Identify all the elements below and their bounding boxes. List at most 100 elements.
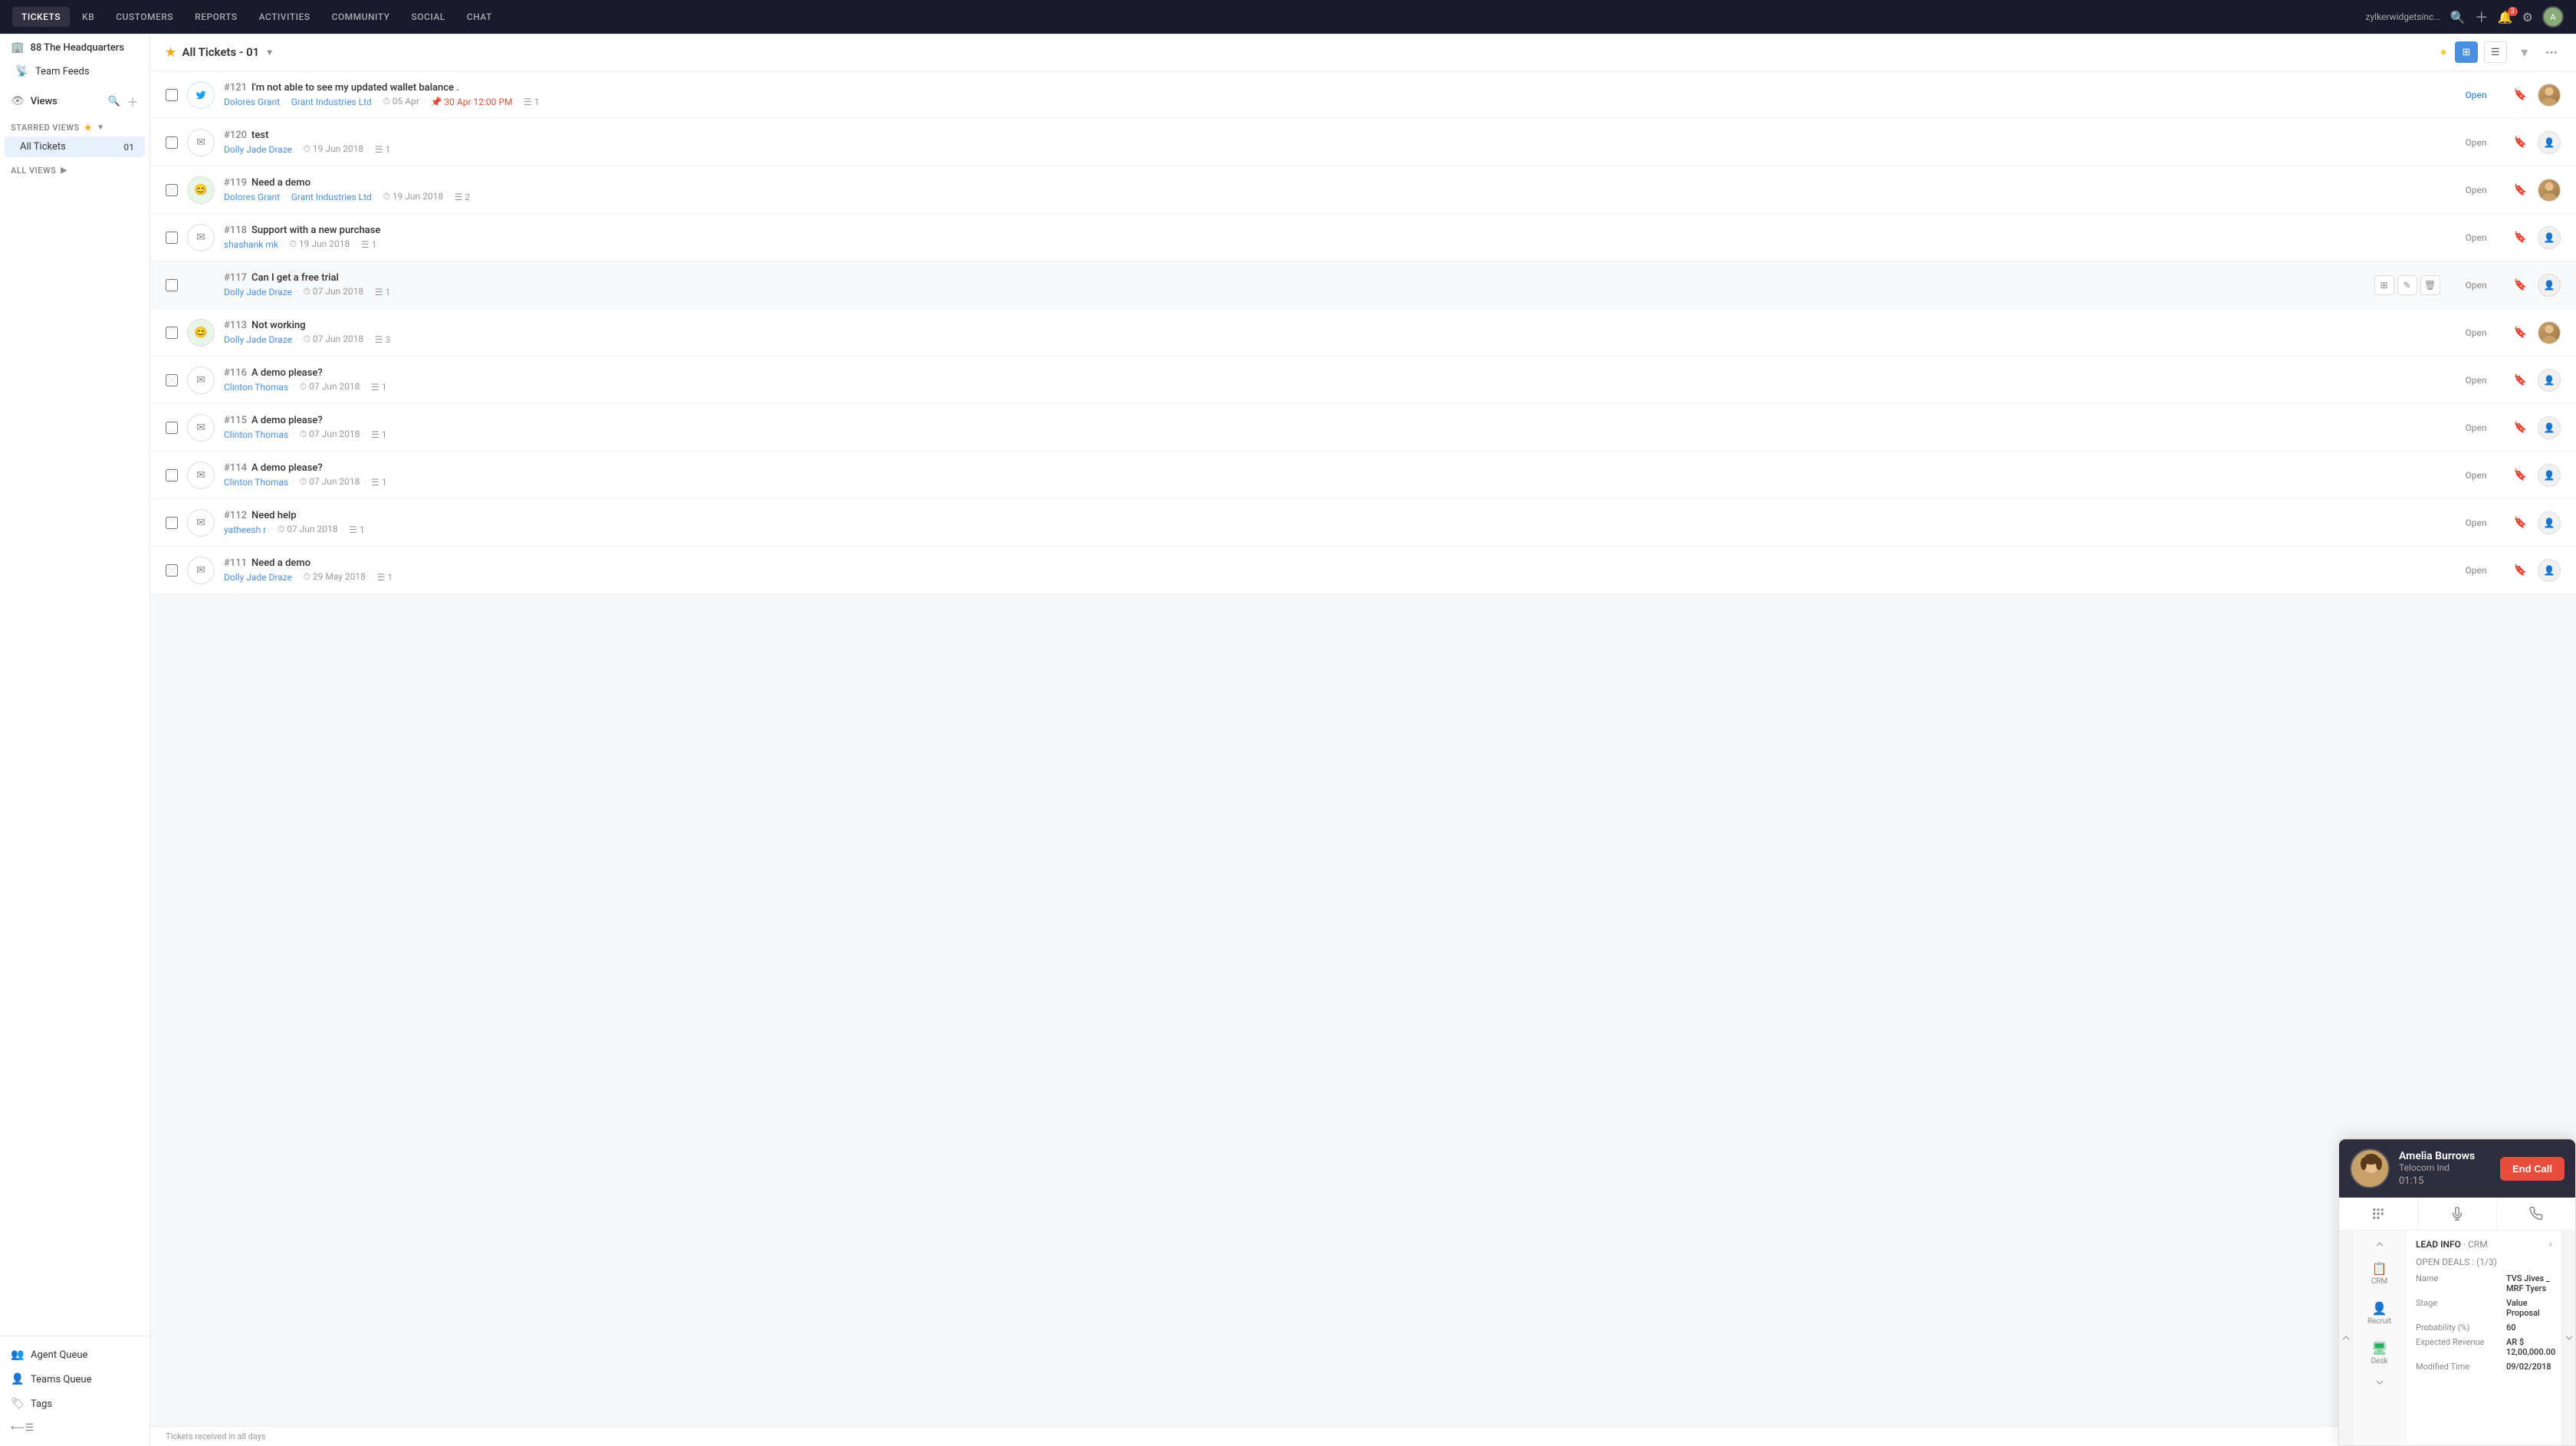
ticket-checkbox[interactable] [166, 469, 178, 481]
expand-ticket-btn[interactable]: ⊞ [2374, 275, 2394, 295]
ticket-checkbox[interactable] [166, 327, 178, 339]
starred-views-label[interactable]: STARRED VIEWS ★ ▼ [0, 115, 150, 136]
nav-item-reports[interactable]: REPORTS [186, 7, 246, 27]
bookmark-icon[interactable]: 🔖 [2512, 468, 2528, 483]
table-row[interactable]: ✉ #116 A demo please? Clinton Thomas · ⏱… [150, 357, 2576, 404]
agent-avatar: 👤 [2538, 369, 2561, 392]
table-row[interactable]: 😊 #113 Not working Dolly Jade Draze · ⏱ … [150, 309, 2576, 357]
ticket-agent[interactable]: shashank mk [224, 239, 278, 250]
ticket-agent[interactable]: Dolores Grant [224, 97, 280, 107]
toolbar-title[interactable]: ★ All Tickets - 01 ▼ [166, 45, 274, 59]
ticket-checkbox[interactable] [166, 374, 178, 386]
panel-scroll-up-btn[interactable] [2339, 1231, 2353, 1445]
nav-item-kb[interactable]: KB [73, 7, 104, 27]
ticket-meta: Dolores Grant · Grant Industries Ltd · ⏱… [224, 191, 2440, 202]
dialpad-btn[interactable] [2339, 1198, 2418, 1230]
call-tab-crm[interactable]: 📋 CRM [2357, 1255, 2403, 1292]
ticket-content: #111 Need a demo Dolly Jade Draze · ⏱ 29… [224, 557, 2440, 583]
ticket-checkbox[interactable] [166, 232, 178, 244]
ticket-time: ⏱ 05 Apr [383, 96, 419, 107]
notification-bell-icon[interactable]: 🔔 3 [2498, 10, 2513, 25]
sidebar-item-teams-queue[interactable]: 👤 Teams Queue [0, 1367, 150, 1392]
ticket-agent[interactable]: Clinton Thomas [224, 382, 288, 393]
bookmark-icon[interactable]: 🔖 [2512, 135, 2528, 150]
table-row[interactable]: ✉ #112 Need help yatheesh r · ⏱ 07 Jun 2… [150, 499, 2576, 547]
sidebar-views-header[interactable]: 👁 Views 🔍 ＋ [0, 84, 150, 115]
end-call-button[interactable]: End Call [2500, 1157, 2564, 1181]
ticket-agent[interactable]: Clinton Thomas [224, 429, 288, 440]
nav-item-tickets[interactable]: TICKETS [12, 7, 70, 27]
table-row[interactable]: #121 I'm not able to see my updated wall… [150, 71, 2576, 119]
search-icon[interactable]: 🔍 [2450, 10, 2466, 25]
nav-item-community[interactable]: COMMUNITY [323, 7, 399, 27]
ticket-agent[interactable]: Dolly Jade Draze [224, 287, 292, 297]
ticket-agent[interactable]: Dolly Jade Draze [224, 144, 292, 155]
mute-btn[interactable] [2418, 1198, 2497, 1230]
bookmark-icon[interactable]: 🔖 [2512, 420, 2528, 435]
table-row[interactable]: ✉ #111 Need a demo Dolly Jade Draze · ⏱ … [150, 547, 2576, 594]
ticket-subject: A demo please? [251, 367, 323, 379]
bookmark-icon[interactable]: 🔖 [2512, 515, 2528, 531]
ticket-checkbox[interactable] [166, 517, 178, 529]
ticket-company[interactable]: Grant Industries Ltd [291, 192, 372, 202]
ticket-actions: 🔖 [2512, 278, 2528, 293]
view-options-btn[interactable]: ▾ [2513, 41, 2536, 63]
bookmark-icon[interactable]: 🔖 [2512, 278, 2528, 293]
user-avatar[interactable]: A [2542, 6, 2564, 28]
ticket-agent[interactable]: Clinton Thomas [224, 477, 288, 488]
ticket-checkbox[interactable] [166, 422, 178, 434]
table-row[interactable]: ✉ #114 A demo please? Clinton Thomas · ⏱… [150, 452, 2576, 499]
ticket-checkbox[interactable] [166, 184, 178, 196]
ticket-company[interactable]: Grant Industries Ltd [291, 97, 372, 107]
ticket-checkbox[interactable] [166, 564, 178, 577]
bookmark-icon[interactable]: 🔖 [2512, 230, 2528, 245]
ticket-agent[interactable]: Dolores Grant [224, 192, 280, 202]
more-options-icon[interactable]: ••• [2542, 42, 2561, 63]
nav-item-social[interactable]: SOCIAL [402, 7, 454, 27]
views-add-icon[interactable]: ＋ [127, 92, 139, 110]
ticket-checkbox[interactable] [166, 279, 178, 291]
ticket-agent[interactable]: Dolly Jade Draze [224, 334, 292, 345]
table-row[interactable]: 😊 #119 Need a demo Dolores Grant · Grant… [150, 166, 2576, 214]
bookmark-icon[interactable]: 🔖 [2512, 563, 2528, 578]
tabs-scroll-down-btn[interactable] [2372, 1375, 2387, 1390]
nav-item-customers[interactable]: CUSTOMERS [107, 7, 182, 27]
sidebar-item-tags[interactable]: 🏷 Tags [0, 1392, 150, 1416]
bookmark-icon[interactable]: 🔖 [2512, 373, 2528, 388]
edit-ticket-btn[interactable]: ✎ [2397, 275, 2417, 295]
panel-scroll-down-btn[interactable] [2561, 1231, 2575, 1445]
bookmark-icon[interactable]: 🔖 [2512, 325, 2528, 340]
table-row[interactable]: ✉ #118 Support with a new purchase shash… [150, 214, 2576, 261]
add-icon[interactable]: ＋ [2475, 7, 2489, 27]
sidebar-all-tickets[interactable]: All Tickets 01 [5, 136, 145, 157]
ticket-checkbox[interactable] [166, 136, 178, 149]
ticket-checkbox[interactable] [166, 89, 178, 101]
table-row[interactable]: ✉ #120 test Dolly Jade Draze · ⏱ 19 Jun … [150, 119, 2576, 166]
list-view-btn[interactable]: ☰ [2484, 41, 2507, 63]
table-row[interactable]: ✉ #115 A demo please? Clinton Thomas · ⏱… [150, 404, 2576, 452]
settings-gear-icon[interactable]: ⚙ [2522, 10, 2533, 25]
sidebar-collapse-btn[interactable]: ⟵☰ [0, 1416, 150, 1440]
bookmark-icon[interactable]: 🔖 [2512, 87, 2528, 103]
views-search-icon[interactable]: 🔍 [108, 96, 120, 107]
call-tab-desk[interactable]: 🖥 Desk [2357, 1335, 2403, 1372]
ticket-title: #120 test [224, 130, 2440, 141]
sidebar-headquarters[interactable]: 🏢 88 The Headquarters [0, 34, 150, 58]
panel-nav-right-icon[interactable]: › [2549, 1238, 2552, 1250]
phone-btn[interactable] [2497, 1198, 2575, 1230]
call-tab-recruit[interactable]: 👤 Recruit [2357, 1295, 2403, 1332]
grid-view-btn[interactable]: ⊞ [2455, 41, 2478, 63]
title-dropdown-arrow-icon[interactable]: ▼ [265, 48, 274, 58]
delete-ticket-btn[interactable]: 🗑 [2420, 275, 2440, 295]
all-views-label[interactable]: ALL VIEWS ▶ [0, 158, 150, 179]
nav-item-chat[interactable]: CHAT [458, 7, 501, 27]
nav-item-activities[interactable]: ACTIVITIES [250, 7, 320, 27]
sidebar-item-team-feeds[interactable]: 📡 Team Feeds [5, 59, 145, 84]
bookmark-icon[interactable]: 🔖 [2512, 182, 2528, 198]
tabs-scroll-up-btn[interactable] [2372, 1237, 2387, 1252]
ticket-agent[interactable]: yatheesh r [224, 524, 266, 535]
ticket-status: Open [2450, 375, 2503, 386]
table-row[interactable]: #117 Can I get a free trial Dolly Jade D… [150, 261, 2576, 309]
sidebar-item-agent-queue[interactable]: 👥 Agent Queue [0, 1342, 150, 1367]
ticket-agent[interactable]: Dolly Jade Draze [224, 572, 292, 583]
